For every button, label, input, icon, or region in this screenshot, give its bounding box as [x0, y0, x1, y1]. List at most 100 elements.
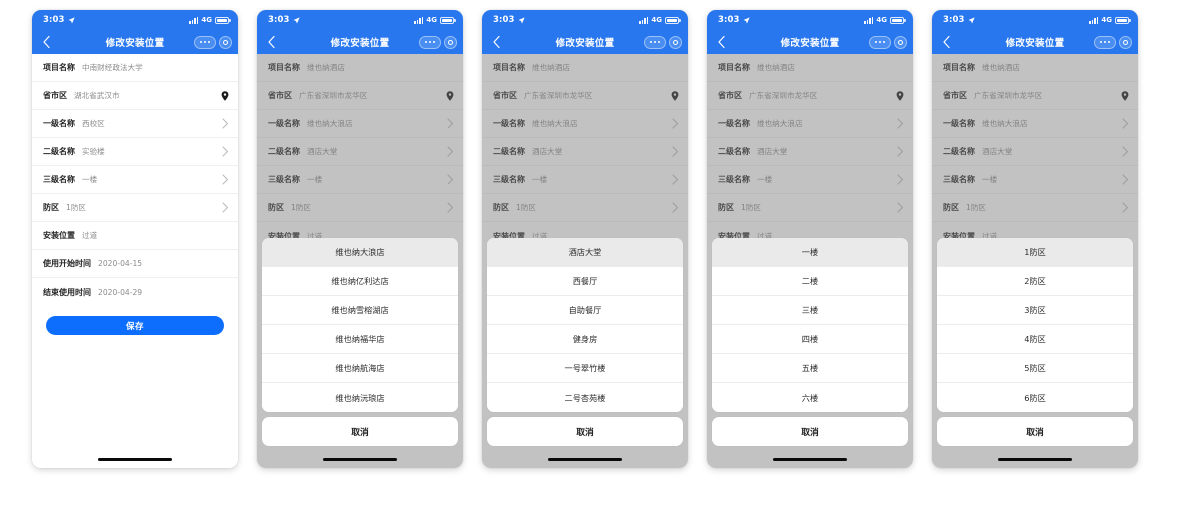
phone-detail-form: 3:03 4G 修改安装位置 项目名称 中南财经政法大学 省市区 湖北省武汉市 一级名称 西校区…: [32, 10, 238, 468]
field-level2-value: 实验楼: [82, 147, 105, 156]
chevron-right-icon: [222, 174, 229, 185]
battery-icon: [215, 16, 231, 24]
status-time: 3:03: [718, 15, 740, 25]
chevron-right-icon: [222, 118, 229, 129]
nav-bar: 修改安装位置: [707, 30, 913, 54]
screen-body: 项目名称 维也纳酒店 省市区 广东省深圳市龙华区 一级名称 维也纳大浪店 二级名称 酒店大堂三…: [482, 54, 688, 468]
field-level1[interactable]: 一级名称 西校区: [32, 110, 238, 138]
save-button-wrap: 保存: [32, 306, 238, 335]
field-level2[interactable]: 二级名称 实验楼: [32, 138, 238, 166]
field-level1-value: 西校区: [82, 119, 105, 128]
cancel-button[interactable]: 取消: [262, 417, 458, 446]
status-left: 3:03: [43, 15, 75, 25]
field-region: 省市区 湖北省武汉市: [32, 82, 238, 110]
back-chevron-icon[interactable]: [716, 35, 728, 49]
sheet-option[interactable]: 2防区: [937, 267, 1133, 296]
sheet-option[interactable]: 二号杏苑楼: [487, 383, 683, 412]
more-dots-icon[interactable]: [1094, 35, 1116, 49]
sheet-option[interactable]: 3防区: [937, 296, 1133, 325]
sheet-option[interactable]: 一号翠竹楼: [487, 354, 683, 383]
cancel-button[interactable]: 取消: [712, 417, 908, 446]
field-end-time-value: 2020-04-29: [98, 287, 143, 297]
chevron-right-icon: [222, 146, 229, 157]
back-chevron-icon[interactable]: [941, 35, 953, 49]
sheet-option[interactable]: 4防区: [937, 325, 1133, 354]
back-chevron-icon[interactable]: [266, 35, 278, 49]
signal-bars-icon: [189, 16, 199, 24]
status-left: 3:03: [943, 15, 975, 25]
install-location-form: 项目名称 中南财经政法大学 省市区 湖北省武汉市 一级名称 西校区 二级名称 实验楼 三级名称一…: [32, 54, 238, 306]
field-zone-value: 1防区: [66, 203, 87, 212]
cancel-button[interactable]: 取消: [487, 417, 683, 446]
location-pin-icon[interactable]: [221, 90, 229, 101]
sheet-option[interactable]: 5防区: [937, 354, 1133, 383]
screen-body: 项目名称 维也纳酒店 省市区 广东省深圳市龙华区 一级名称 维也纳大浪店 二级名称 酒店大堂三…: [257, 54, 463, 468]
battery-icon: [665, 16, 681, 24]
cancel-button[interactable]: 取消: [937, 417, 1133, 446]
sheet-option[interactable]: 维也纳沅琅店: [262, 383, 458, 412]
signal-bars-icon: [414, 16, 424, 24]
phone-level2-picker: 3:03 4G 修改安装位置 项目名称 维也纳酒店 省市区 广东省深圳市龙华区 一级名称 维也纳…: [482, 10, 688, 468]
more-dots-icon[interactable]: [194, 35, 216, 49]
more-dots-icon[interactable]: [644, 35, 666, 49]
network-label: 4G: [426, 16, 437, 24]
sheet-option[interactable]: 六楼: [712, 383, 908, 412]
status-right: 4G: [864, 16, 906, 24]
sheet-option[interactable]: 西餐厅: [487, 267, 683, 296]
sheet-option[interactable]: 维也纳大浪店: [262, 238, 458, 267]
status-left: 3:03: [493, 15, 525, 25]
field-project-label: 项目名称: [43, 63, 75, 72]
field-start-time: 使用开始时间 2020-04-15: [32, 250, 238, 278]
sheet-option[interactable]: 五楼: [712, 354, 908, 383]
nav-bar: 修改安装位置: [482, 30, 688, 54]
status-bar: 3:03 4G: [707, 10, 913, 30]
field-position: 安装位置 过道: [32, 222, 238, 250]
sheet-option[interactable]: 四楼: [712, 325, 908, 354]
sheet-option[interactable]: 维也纳亿利达店: [262, 267, 458, 296]
sheet-option[interactable]: 维也纳福华店: [262, 325, 458, 354]
back-chevron-icon[interactable]: [491, 35, 503, 49]
sheet-option[interactable]: 酒店大堂: [487, 238, 683, 267]
field-end-time-label: 结束使用时间: [43, 287, 91, 297]
status-time: 3:03: [43, 15, 65, 25]
field-zone[interactable]: 防区 1防区: [32, 194, 238, 222]
status-right: 4G: [414, 16, 456, 24]
network-label: 4G: [876, 16, 887, 24]
save-button[interactable]: 保存: [46, 316, 224, 335]
target-circle-icon[interactable]: [669, 35, 682, 49]
back-chevron-icon[interactable]: [41, 35, 53, 49]
target-circle-icon[interactable]: [894, 35, 907, 49]
sheet-option[interactable]: 二楼: [712, 267, 908, 296]
field-level3[interactable]: 三级名称 一楼: [32, 166, 238, 194]
sheet-option[interactable]: 三楼: [712, 296, 908, 325]
sheet-option[interactable]: 一楼: [712, 238, 908, 267]
sheet-options-group: 1防区 2防区 3防区 4防区 5防区 6防区: [937, 238, 1133, 412]
phone-level3-picker: 3:03 4G 修改安装位置 项目名称 维也纳酒店 省市区 广东省深圳市龙华区 一级名称 维也纳…: [707, 10, 913, 468]
target-circle-icon[interactable]: [444, 35, 457, 49]
screen-body: 项目名称 维也纳酒店 省市区 广东省深圳市龙华区 一级名称 维也纳大浪店 二级名称 酒店大堂三…: [707, 54, 913, 468]
location-arrow-icon: [518, 16, 525, 23]
screenshot-stage: 3:03 4G 修改安装位置 项目名称 中南财经政法大学 省市区 湖北省武汉市 一级名称 西校区…: [0, 0, 1180, 506]
signal-bars-icon: [1089, 16, 1099, 24]
sheet-option[interactable]: 自助餐厅: [487, 296, 683, 325]
action-sheet: 一楼 二楼 三楼 四楼 五楼 六楼取消: [712, 238, 908, 446]
network-label: 4G: [651, 16, 662, 24]
sheet-option[interactable]: 1防区: [937, 238, 1133, 267]
home-indicator: [998, 458, 1072, 461]
battery-icon: [1115, 16, 1131, 24]
status-left: 3:03: [268, 15, 300, 25]
sheet-option[interactable]: 6防区: [937, 383, 1133, 412]
sheet-option[interactable]: 健身房: [487, 325, 683, 354]
sheet-option[interactable]: 维也纳航海店: [262, 354, 458, 383]
sheet-option[interactable]: 维也纳雪榕湖店: [262, 296, 458, 325]
location-arrow-icon: [743, 16, 750, 23]
screen-body: 项目名称 中南财经政法大学 省市区 湖北省武汉市 一级名称 西校区 二级名称 实验楼 三级名称一…: [32, 54, 238, 468]
action-sheet: 1防区 2防区 3防区 4防区 5防区 6防区取消: [937, 238, 1133, 446]
signal-bars-icon: [639, 16, 649, 24]
more-dots-icon[interactable]: [419, 35, 441, 49]
more-dots-icon[interactable]: [869, 35, 891, 49]
sheet-options-group: 酒店大堂 西餐厅 自助餐厅 健身房 一号翠竹楼 二号杏苑楼: [487, 238, 683, 412]
target-circle-icon[interactable]: [1119, 35, 1132, 49]
target-circle-icon[interactable]: [219, 35, 232, 49]
network-label: 4G: [1101, 16, 1112, 24]
